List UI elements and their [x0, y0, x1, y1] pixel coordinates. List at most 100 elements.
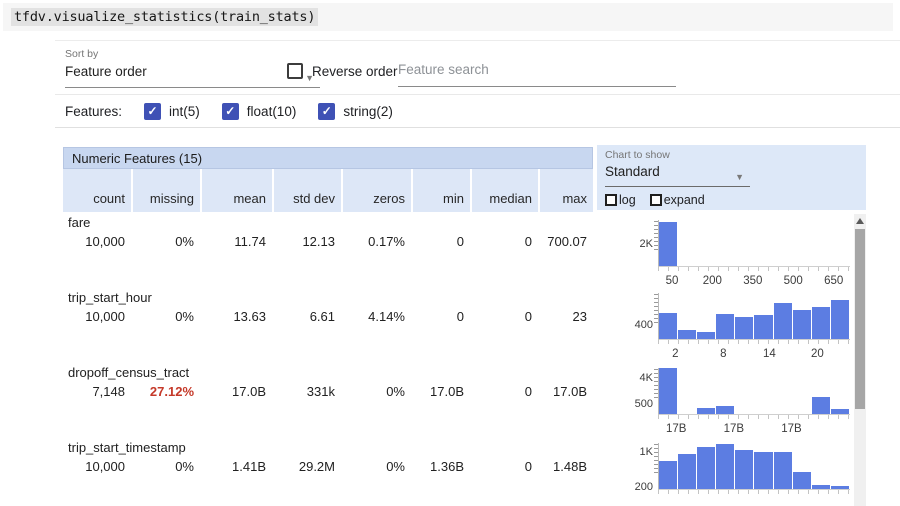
- cell-max: 17.0B: [538, 384, 593, 399]
- cell-count: 7,148: [63, 384, 131, 399]
- cell-count: 10,000: [63, 234, 131, 249]
- table-row: dropoff_census_tract 7,148 27.12% 17.0B …: [63, 362, 593, 437]
- int-checkbox[interactable]: ✓: [144, 103, 161, 120]
- table-title: Numeric Features (15): [63, 147, 593, 169]
- float-label: float(10): [247, 104, 297, 119]
- feature-search-input[interactable]: Feature search: [398, 61, 676, 87]
- cell-median: 0: [470, 384, 538, 399]
- histogram-bars: [658, 293, 850, 340]
- cell-missing: 0%: [131, 234, 200, 249]
- features-label: Features:: [65, 104, 122, 119]
- x-axis-ticks: [658, 267, 850, 271]
- header-median: median: [470, 169, 538, 212]
- cell-stddev: 331k: [272, 384, 341, 399]
- log-checkbox[interactable]: [605, 194, 617, 206]
- cell-median: 0: [470, 234, 538, 249]
- x-axis-labels: 50200350500650: [658, 275, 850, 289]
- x-axis-ticks: [658, 415, 850, 419]
- string-label: string(2): [343, 104, 393, 119]
- histogram-fare: 2K 50200350500650: [630, 220, 854, 290]
- cell-zeros: 0%: [341, 384, 411, 399]
- cell-zeros: 4.14%: [341, 309, 411, 324]
- x-axis-labels: [658, 498, 850, 506]
- feature-name: trip_start_hour: [63, 287, 593, 305]
- x-axis-ticks: [658, 490, 850, 494]
- x-axis-labels: 17B17B17B: [658, 423, 850, 437]
- cell-missing: 0%: [131, 309, 200, 324]
- code-text: tfdv.visualize_statistics(train_stats): [11, 8, 318, 26]
- cell-mean: 11.74: [200, 234, 272, 249]
- cell-missing: 0%: [131, 459, 200, 474]
- string-checkbox[interactable]: ✓: [318, 103, 335, 120]
- cell-mean: 1.41B: [200, 459, 272, 474]
- y-axis-labels: 400: [630, 293, 656, 340]
- cell-count: 10,000: [63, 309, 131, 324]
- header-missing: missing: [131, 169, 200, 212]
- scroll-up-button[interactable]: [854, 214, 866, 228]
- feature-search-placeholder: Feature search: [398, 62, 489, 77]
- sort-by-select[interactable]: Sort by Feature order ▼: [65, 48, 320, 88]
- cell-stddev: 12.13: [272, 234, 341, 249]
- cell-zeros: 0.17%: [341, 234, 411, 249]
- reverse-order-control: Reverse order: [287, 63, 398, 79]
- sort-by-label: Sort by: [65, 48, 320, 60]
- header-count: count: [63, 169, 131, 212]
- cell-mean: 13.63: [200, 309, 272, 324]
- histogram-dropoff-census-tract: 4K500 17B17B17B: [630, 368, 854, 438]
- controls-section: Sort by Feature order ▼ Reverse order Fe…: [55, 40, 900, 128]
- log-control: log: [605, 193, 636, 207]
- chart-type-select[interactable]: Standard ▼: [605, 163, 750, 187]
- histogram-bars: [658, 220, 850, 267]
- cell-stddev: 6.61: [272, 309, 341, 324]
- cell-count: 10,000: [63, 459, 131, 474]
- feature-name: dropoff_census_tract: [63, 362, 593, 380]
- chevron-down-icon: ▼: [735, 172, 744, 182]
- header-stddev: std dev: [272, 169, 341, 212]
- expand-label: expand: [664, 193, 705, 207]
- sort-row: Sort by Feature order ▼ Reverse order Fe…: [55, 41, 900, 95]
- tfdv-statistics-widget: tfdv.visualize_statistics(train_stats) S…: [0, 0, 900, 506]
- numeric-features-table: Numeric Features (15) count missing mean…: [63, 147, 593, 506]
- cell-max: 23: [538, 309, 593, 324]
- cell-max: 700.07: [538, 234, 593, 249]
- table-row: trip_start_hour 10,000 0% 13.63 6.61 4.1…: [63, 287, 593, 362]
- header-zeros: zeros: [341, 169, 411, 212]
- float-checkbox[interactable]: ✓: [222, 103, 239, 120]
- int-label: int(5): [169, 104, 200, 119]
- table-row: fare 10,000 0% 11.74 12.13 0.17% 0 0 700…: [63, 212, 593, 287]
- x-axis-labels: 281420: [658, 348, 850, 362]
- cell-min: 0: [411, 309, 470, 324]
- x-axis-ticks: [658, 340, 850, 344]
- reverse-order-checkbox[interactable]: [287, 63, 303, 79]
- cell-median: 0: [470, 459, 538, 474]
- histogram-trip-start-timestamp: 1K200: [630, 443, 854, 506]
- cell-min: 0: [411, 234, 470, 249]
- y-axis-labels: 1K200: [630, 443, 656, 490]
- table-header-row: count missing mean std dev zeros min med…: [63, 169, 593, 212]
- cell-min: 17.0B: [411, 384, 470, 399]
- cell-mean: 17.0B: [200, 384, 272, 399]
- expand-control: expand: [650, 193, 705, 207]
- cell-missing: 27.12%: [131, 384, 200, 399]
- chart-to-show-panel: Chart to show Standard ▼ log expand: [597, 145, 866, 210]
- feature-type-float: ✓ float(10): [222, 103, 297, 120]
- code-cell[interactable]: tfdv.visualize_statistics(train_stats): [3, 3, 893, 31]
- cell-stddev: 29.2M: [272, 459, 341, 474]
- vertical-scrollbar[interactable]: [854, 214, 866, 506]
- header-mean: mean: [200, 169, 272, 212]
- expand-checkbox[interactable]: [650, 194, 662, 206]
- log-label: log: [619, 193, 636, 207]
- cell-min: 1.36B: [411, 459, 470, 474]
- feature-types-row: Features: ✓ int(5) ✓ float(10) ✓ string(…: [55, 95, 900, 128]
- y-axis-labels: 4K500: [630, 368, 656, 415]
- feature-name: trip_start_timestamp: [63, 437, 593, 455]
- histogram-bars: [658, 368, 850, 415]
- scrollbar-thumb[interactable]: [855, 229, 865, 409]
- histogram-trip-start-hour: 400 281420: [630, 293, 854, 363]
- cell-max: 1.48B: [538, 459, 593, 474]
- table-row: trip_start_timestamp 10,000 0% 1.41B 29.…: [63, 437, 593, 506]
- up-arrow-icon: [856, 218, 864, 224]
- feature-type-string: ✓ string(2): [318, 103, 393, 120]
- header-max: max: [538, 169, 593, 212]
- chart-to-show-label: Chart to show: [605, 149, 858, 161]
